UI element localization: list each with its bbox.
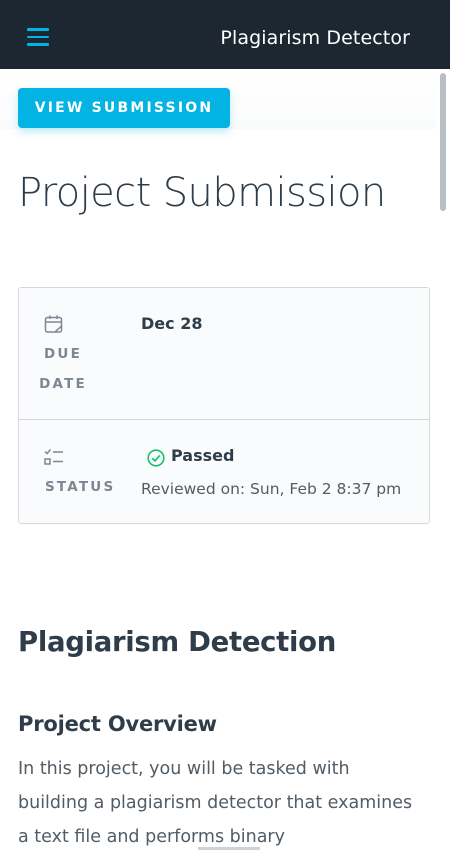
hamburger-menu-icon[interactable] bbox=[27, 28, 49, 46]
due-date-label-line2: DATE bbox=[39, 376, 87, 392]
page-title: Project Submission bbox=[18, 170, 386, 216]
checklist-icon bbox=[44, 449, 63, 465]
scrollbar-thumb[interactable] bbox=[440, 73, 446, 211]
overview-title: Project Overview bbox=[18, 712, 217, 736]
app-title: Plagiarism Detector bbox=[220, 27, 410, 49]
status-value: Passed bbox=[171, 446, 235, 465]
due-date-value: Dec 28 bbox=[141, 314, 203, 333]
overview-paragraph: In this project, you will be tasked with… bbox=[18, 759, 413, 847]
submission-info-card: DUE DATE Dec 28 STATUS Passed Reviewed o… bbox=[18, 287, 430, 524]
reviewed-timestamp: Reviewed on: Sun, Feb 2 8:37 pm bbox=[141, 480, 402, 498]
view-submission-button[interactable]: VIEW SUBMISSION bbox=[18, 88, 230, 128]
due-date-label-line1: DUE bbox=[44, 346, 82, 362]
calendar-icon bbox=[44, 315, 63, 333]
section-title: Plagiarism Detection bbox=[18, 626, 337, 658]
status-label: STATUS bbox=[45, 479, 116, 495]
card-divider bbox=[19, 419, 429, 420]
top-app-bar: Plagiarism Detector bbox=[0, 0, 450, 69]
scrollbar[interactable] bbox=[436, 69, 450, 850]
check-circle-icon bbox=[147, 449, 165, 467]
